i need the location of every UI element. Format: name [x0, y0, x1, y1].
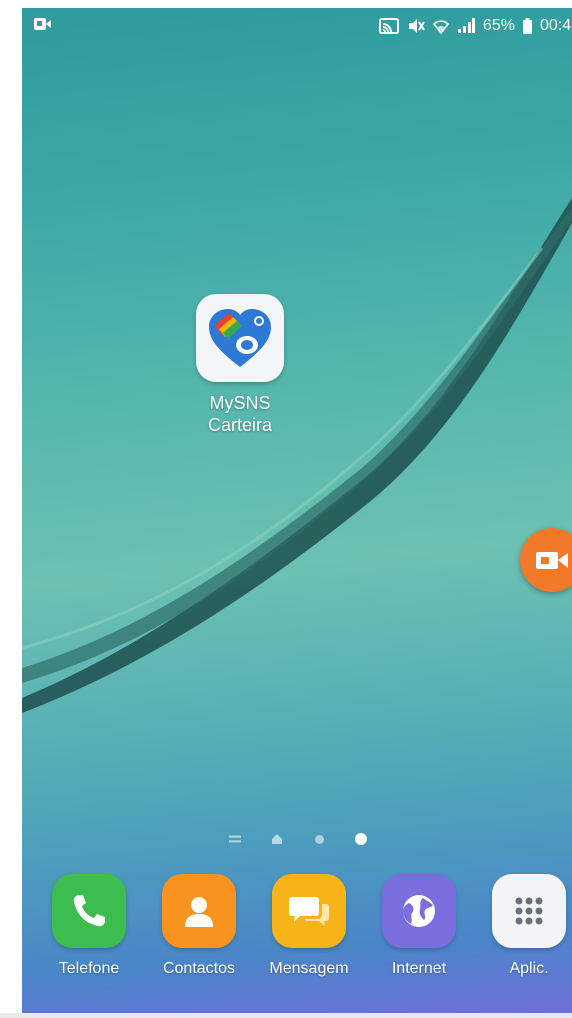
home-page-indicator[interactable]: [271, 833, 283, 845]
internet-icon: [382, 874, 456, 948]
screen-record-icon: [34, 17, 52, 31]
wifi-icon: [432, 18, 449, 34]
battery-icon: [522, 18, 532, 34]
page-dot-active[interactable]: [355, 833, 367, 845]
dock-label: Internet: [391, 960, 447, 977]
dock-label: Contactos: [162, 960, 236, 977]
dock: Telefone Contactos Mensagem Internet Apl…: [22, 874, 572, 994]
app-label: MySNS Carteira: [190, 392, 290, 436]
messages-icon: [272, 874, 346, 948]
bottom-edge: [0, 1013, 572, 1018]
page-dot[interactable]: [313, 833, 325, 845]
floating-record-button[interactable]: [520, 528, 572, 592]
dock-item-contactos[interactable]: Contactos: [144, 874, 254, 978]
status-bar: 65% 00:48: [22, 8, 572, 46]
contacts-icon: [162, 874, 236, 948]
phone-icon: [52, 874, 126, 948]
wallpaper: [22, 198, 572, 713]
dock-item-aplic[interactable]: Aplic.: [474, 874, 572, 978]
app-label-line2: Carteira: [207, 415, 273, 435]
video-camera-icon: [536, 552, 568, 569]
signal-icon: [457, 18, 475, 34]
dock-item-mensagem[interactable]: Mensagem: [254, 874, 364, 978]
apps-grid-icon: [492, 874, 566, 948]
page-indicator: [229, 831, 389, 847]
dock-item-internet[interactable]: Internet: [364, 874, 474, 978]
mysns-carteira-icon: [196, 294, 284, 382]
mute-icon: [407, 18, 425, 34]
dock-label: Mensagem: [269, 960, 349, 977]
dock-label: Telefone: [58, 960, 120, 977]
app-label-line1: MySNS: [209, 393, 271, 413]
battery-percent: 65%: [482, 17, 515, 34]
app-mysns-carteira[interactable]: MySNS Carteira: [190, 294, 290, 436]
cast-icon: [378, 18, 399, 34]
menu-page-indicator[interactable]: [229, 833, 241, 845]
clock: 00:48: [539, 17, 572, 34]
home-screen: 65% 00:48 MySNS Carteira: [22, 8, 572, 1013]
dock-item-telefone[interactable]: Telefone: [34, 874, 144, 978]
dock-label: Aplic.: [509, 960, 549, 977]
